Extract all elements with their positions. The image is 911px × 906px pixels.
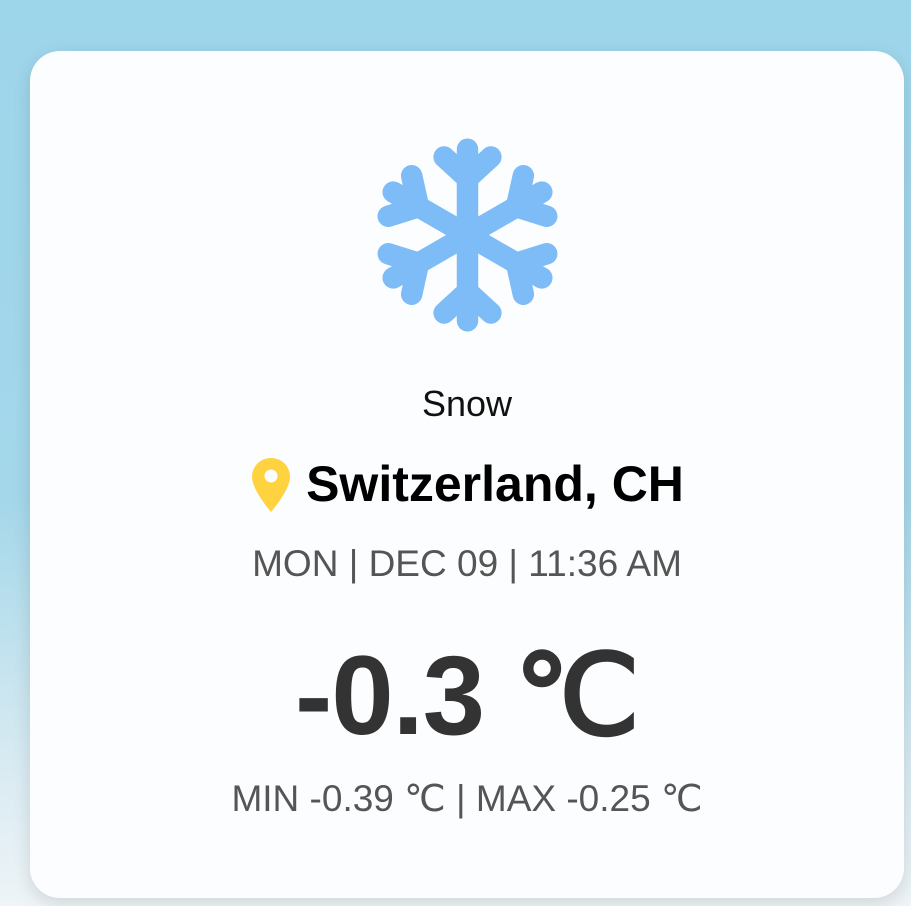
current-temperature: -0.3 ℃: [295, 633, 640, 758]
location-row: Switzerland, CH: [0, 452, 911, 516]
location-name: Switzerland, CH: [306, 456, 684, 512]
max-temperature: MAX -0.25: [475, 778, 661, 819]
min-max-temperature: MIN -0.39 ℃ | MAX -0.25 ℃: [0, 776, 911, 823]
snowflake-icon: [370, 138, 565, 345]
weather-condition: Snow: [421, 383, 513, 424]
separator: |: [445, 778, 476, 819]
max-unit: ℃: [660, 779, 703, 820]
min-unit: ℃: [404, 779, 446, 820]
date-time: MON | DEC 09 | 11:36 AM: [252, 543, 682, 584]
min-temperature: MIN -0.39: [231, 778, 405, 819]
map-pin-icon: [252, 458, 291, 512]
